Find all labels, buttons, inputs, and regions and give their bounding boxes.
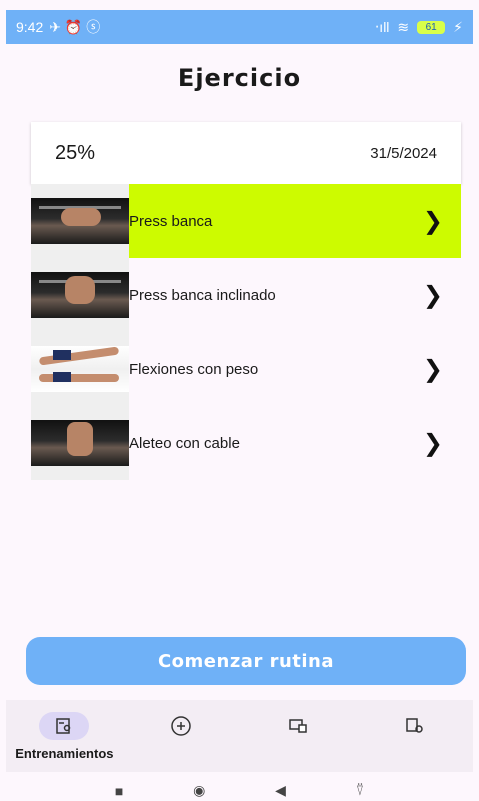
exercise-list: Press banca ❯ Press banca inclinado ❯ Fl… [31,184,461,480]
chevron-right-icon[interactable]: ❯ [423,281,443,310]
nav-item-entrenamientos[interactable]: Entrenamientos [9,700,119,761]
status-time: 9:42 [16,19,44,35]
accessibility-icon[interactable]: ⍢ [356,782,364,799]
home-icon[interactable]: ◉ [193,782,205,799]
start-routine-button[interactable]: Comenzar rutina [26,637,466,685]
exercise-thumbnail [31,184,129,258]
exercise-name: Press banca inclinado [129,286,276,304]
nav-item-library[interactable] [360,700,470,740]
chevron-right-icon[interactable]: ❯ [423,429,443,458]
book-settings-icon [405,718,423,733]
charging-icon: ⚡ [453,18,463,35]
nav-label: Entrenamientos [15,746,114,761]
page-title: Ejercicio [177,64,302,92]
exercise-row[interactable]: Flexiones con peso ❯ [31,332,461,406]
exercise-row[interactable]: Press banca inclinado ❯ [31,258,461,332]
exercise-thumbnail [31,406,129,480]
chevron-right-icon[interactable]: ❯ [423,355,443,384]
back-icon[interactable]: ◀ [275,782,286,799]
status-icons: ✈ ⏰ ⓢ [49,19,101,35]
exercise-thumbnail [31,258,129,332]
chevron-right-icon[interactable]: ❯ [423,207,443,236]
list-person-icon [56,718,71,734]
devices-icon [289,719,307,733]
system-navigation: ■ ◉ ◀ ⍢ [0,780,479,801]
recents-icon[interactable]: ■ [115,783,123,799]
progress-percent: 25% [55,141,96,164]
exercise-name: Flexiones con peso [129,360,259,378]
exercise-row[interactable]: Aleteo con cable ❯ [31,406,461,480]
nav-item-add[interactable] [126,700,236,740]
battery-icon: 61 [417,20,446,34]
exercise-row[interactable]: Press banca ❯ [31,184,461,258]
exercise-thumbnail [31,332,129,406]
routine-date: 31/5/2024 [370,144,437,162]
exercise-name: Press banca [129,212,213,230]
wifi-icon: ≋ [397,18,410,35]
signal-icon: ‧ıll [374,18,390,35]
status-bar: 9:42 ✈ ⏰ ⓢ ‧ıll ≋ 61 ⚡ [6,10,473,44]
bottom-nav: Entrenamientos [6,700,473,772]
add-circle-icon [171,716,191,736]
exercise-name: Aleteo con cable [129,434,240,452]
nav-item-devices[interactable] [243,700,353,740]
summary-card: 25% 31/5/2024 [31,122,461,184]
